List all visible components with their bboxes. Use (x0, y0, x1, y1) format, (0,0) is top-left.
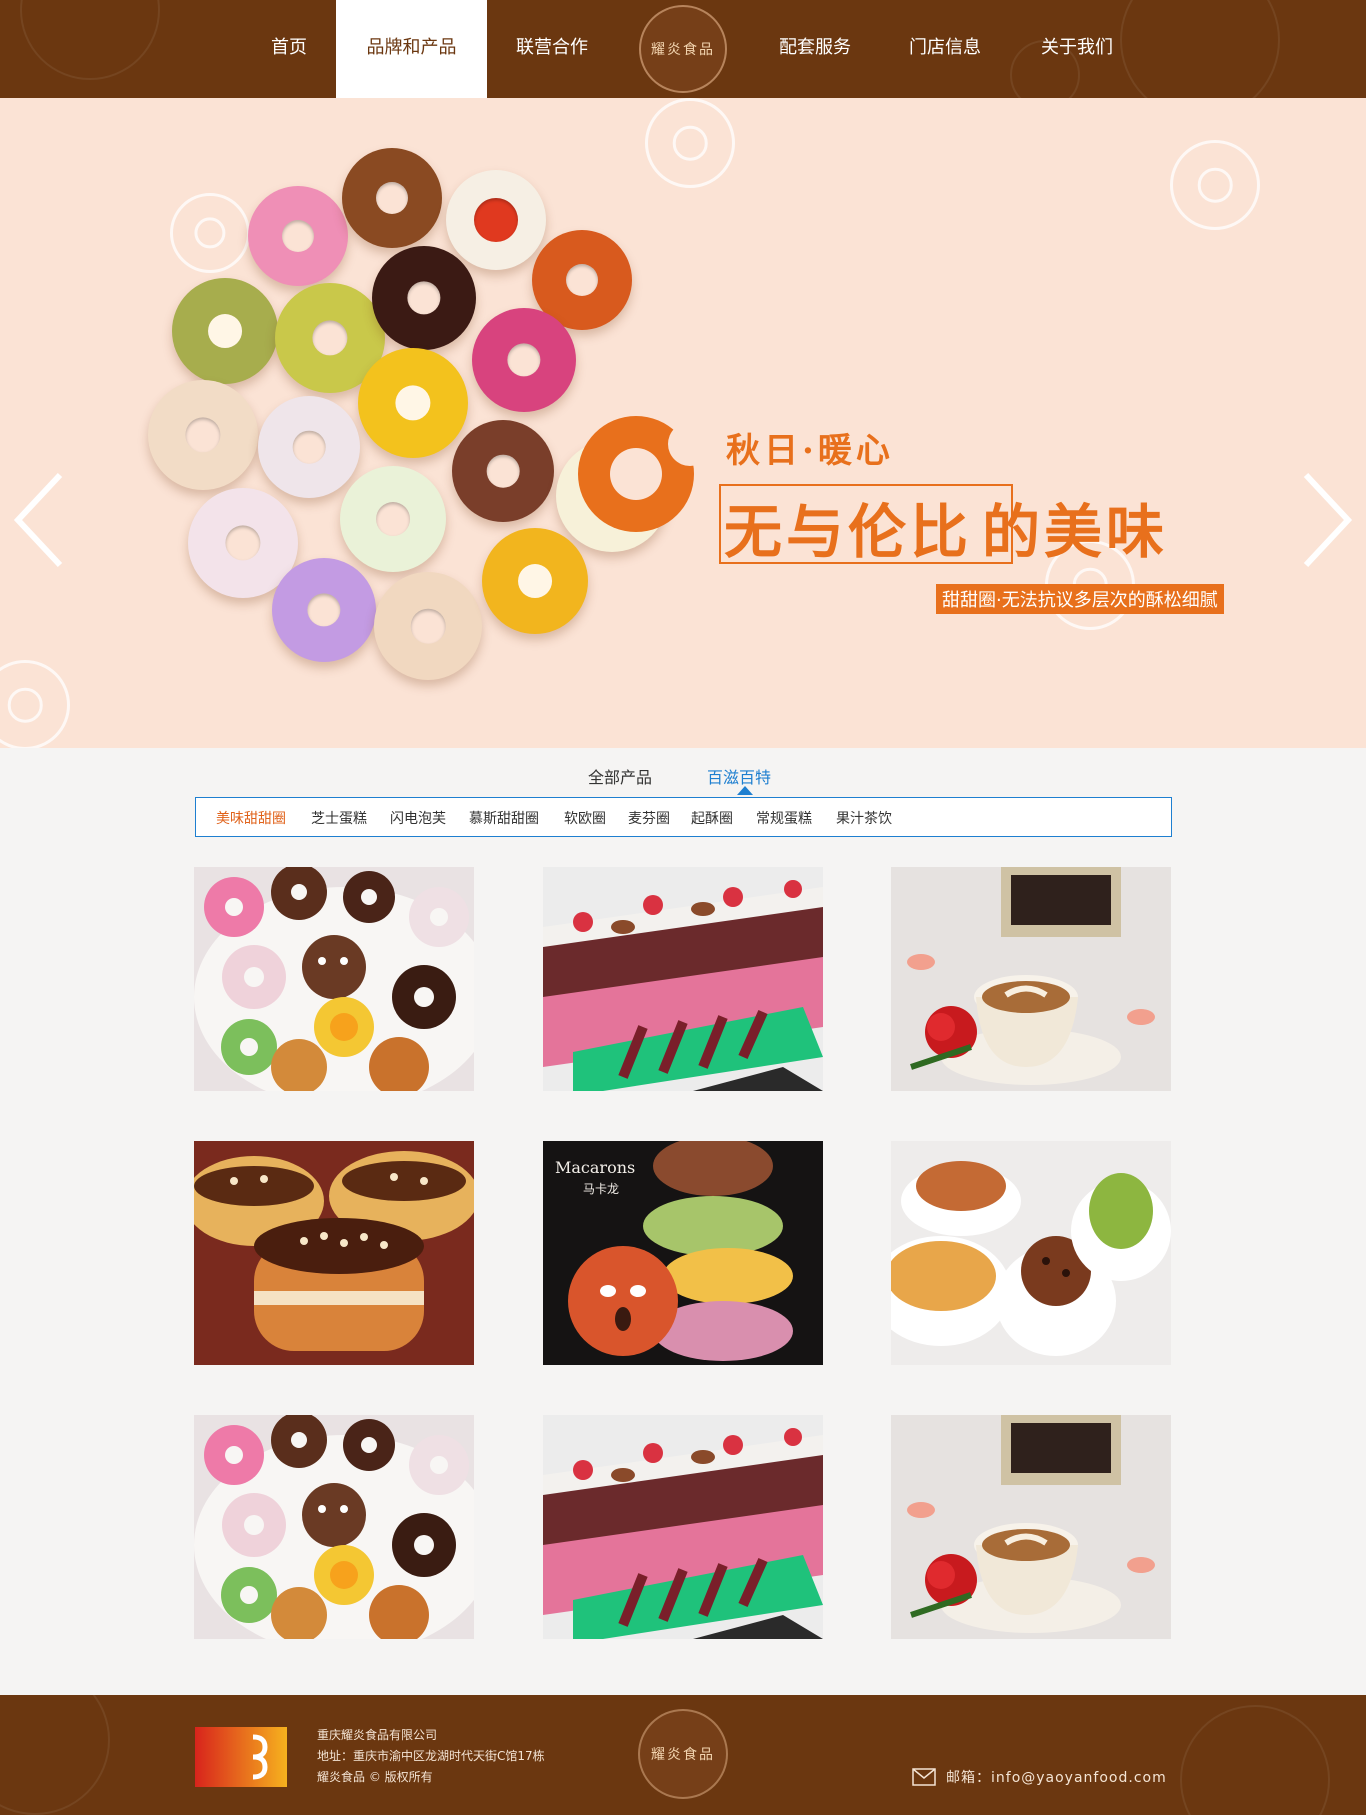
donut-pon-de-ring-pink (472, 308, 576, 412)
footer-address: 地址：重庆市渝中区龙湖时代天街C馆17栋 (317, 1749, 545, 1763)
product-image-donut-platter (194, 867, 474, 1091)
category-cheesecake[interactable]: 芝士蛋糕 (311, 808, 367, 828)
donut-pink (248, 186, 348, 286)
macarons-caption: Macarons (555, 1158, 635, 1177)
product-image-eclair (543, 867, 823, 1091)
footer-email-text: 邮箱：info@yaoyanfood.com (946, 1770, 1167, 1786)
product-card-macarons[interactable]: Macarons 马卡龙 (543, 1141, 823, 1365)
footer-info: 重庆耀炎食品有限公司 地址：重庆市渝中区龙湖时代天街C馆17栋 耀炎食品 © 版… (317, 1725, 545, 1788)
nav-item-services[interactable]: 配套服务 (760, 0, 870, 98)
chevron-left-icon (13, 472, 63, 568)
banner-slogan-main: 无与伦比 的美味 (724, 485, 1168, 569)
macarons-caption-cn: 马卡龙 (583, 1182, 619, 1196)
product-image-eclair (543, 1415, 823, 1639)
banner-bitten-donut-graphic (578, 416, 712, 532)
product-card-eclair[interactable] (543, 867, 823, 1091)
donut-almond-flake (374, 572, 482, 680)
banner-slogan-top: 秋日·暖心 (726, 431, 894, 471)
footer-copyright: 耀炎食品 © 版权所有 (317, 1770, 433, 1784)
category-donuts[interactable]: 美味甜甜圈 (216, 808, 286, 828)
site-footer: 重庆耀炎食品有限公司 地址：重庆市渝中区龙湖时代天街C馆17栋 耀炎食品 © 版… (0, 1695, 1366, 1815)
banner-decoration (1170, 140, 1260, 230)
donut-jam (446, 170, 546, 270)
donut-star-custard (482, 528, 588, 634)
product-card-latte[interactable] (891, 867, 1171, 1091)
footer-badge-text: 耀炎食品 (651, 1747, 715, 1763)
active-tab-indicator (737, 786, 753, 795)
product-image-latte (891, 1415, 1171, 1639)
banner-slogan-boxed: 无与伦比 (724, 498, 973, 566)
chevron-right-icon (1303, 472, 1353, 568)
donut-matcha (172, 278, 278, 384)
banner-decoration (170, 193, 250, 273)
product-image-donut-platter (194, 1415, 474, 1639)
product-image-macarons: Macarons 马卡龙 (543, 1141, 823, 1365)
donut-striped (258, 396, 360, 498)
banner-prev-button[interactable] (10, 470, 70, 570)
brand-logo-icon (195, 1727, 287, 1787)
nav-item-joint-venture[interactable]: 联营合作 (497, 0, 607, 98)
mail-icon (912, 1768, 936, 1786)
footer-decoration (1180, 1705, 1330, 1815)
product-image-latte (891, 867, 1171, 1091)
banner-slogan-sub: 甜甜圈·无法抗议多层次的酥松细腻 (936, 584, 1224, 614)
donut-almond (148, 380, 258, 490)
tab-all-products[interactable]: 全部产品 (588, 764, 652, 788)
banner-next-button[interactable] (1296, 470, 1356, 570)
product-card-nut-donuts[interactable] (194, 1141, 474, 1365)
main-nav: 首页 品牌和产品 联营合作 耀炎食品 配套服务 门店信息 关于我们 (0, 0, 1366, 98)
donut-pon-de-ring-white (340, 466, 446, 572)
category-soft-euro[interactable]: 软欧圈 (564, 808, 606, 828)
site-header: 首页 品牌和产品 联营合作 耀炎食品 配套服务 门店信息 关于我们 (0, 0, 1366, 98)
header-logo[interactable]: 耀炎食品 (639, 5, 727, 93)
donut-purple (272, 558, 376, 662)
footer-company: 重庆耀炎食品有限公司 (317, 1728, 438, 1742)
product-image-nut-donuts (194, 1141, 474, 1365)
donut-dark-chocolate (372, 246, 476, 350)
donut-chocolate-sprinkle (342, 148, 442, 248)
header-logo-text: 耀炎食品 (651, 42, 715, 58)
category-regular-cake[interactable]: 常规蛋糕 (756, 808, 812, 828)
product-image-cookies (891, 1141, 1171, 1365)
footer-brand-logo (195, 1727, 287, 1787)
product-card-donut-platter-2[interactable] (194, 1415, 474, 1639)
category-muffin[interactable]: 麦芬圈 (628, 808, 670, 828)
nav-item-stores[interactable]: 门店信息 (890, 0, 1000, 98)
product-tabs: 全部产品 百滋百特 (0, 752, 1366, 796)
hero-banner: 秋日·暖心 无与伦比 的美味 甜甜圈·无法抗议多层次的酥松细腻 (0, 98, 1366, 748)
product-card-donut-platter[interactable] (194, 867, 474, 1091)
donut-custard (358, 348, 468, 458)
banner-slogan-rest: 的美味 (982, 498, 1169, 566)
category-mousse-donut[interactable]: 慕斯甜甜圈 (469, 808, 539, 828)
footer-logo-badge: 耀炎食品 (638, 1709, 728, 1799)
donut-coconut-chocolate (452, 420, 554, 522)
nav-item-home[interactable]: 首页 (250, 0, 328, 98)
footer-email-link[interactable]: 邮箱：info@yaoyanfood.com (912, 1767, 1167, 1787)
nav-item-brand-products[interactable]: 品牌和产品 (336, 0, 487, 98)
nav-item-about[interactable]: 关于我们 (1022, 0, 1132, 98)
tab-baizi-baite[interactable]: 百滋百特 (707, 764, 771, 788)
product-card-eclair-2[interactable] (543, 1415, 823, 1639)
product-card-latte-2[interactable] (891, 1415, 1171, 1639)
category-bar: 美味甜甜圈 芝士蛋糕 闪电泡芙 慕斯甜甜圈 软欧圈 麦芬圈 起酥圈 常规蛋糕 果… (195, 797, 1172, 837)
banner-decoration (645, 98, 735, 188)
banner-decoration (0, 660, 70, 748)
category-eclair[interactable]: 闪电泡芙 (390, 808, 446, 828)
category-puff-pastry[interactable]: 起酥圈 (691, 808, 733, 828)
footer-decoration (0, 1695, 110, 1815)
product-card-cookies[interactable] (891, 1141, 1171, 1365)
category-juice-tea[interactable]: 果汁茶饮 (836, 808, 892, 828)
